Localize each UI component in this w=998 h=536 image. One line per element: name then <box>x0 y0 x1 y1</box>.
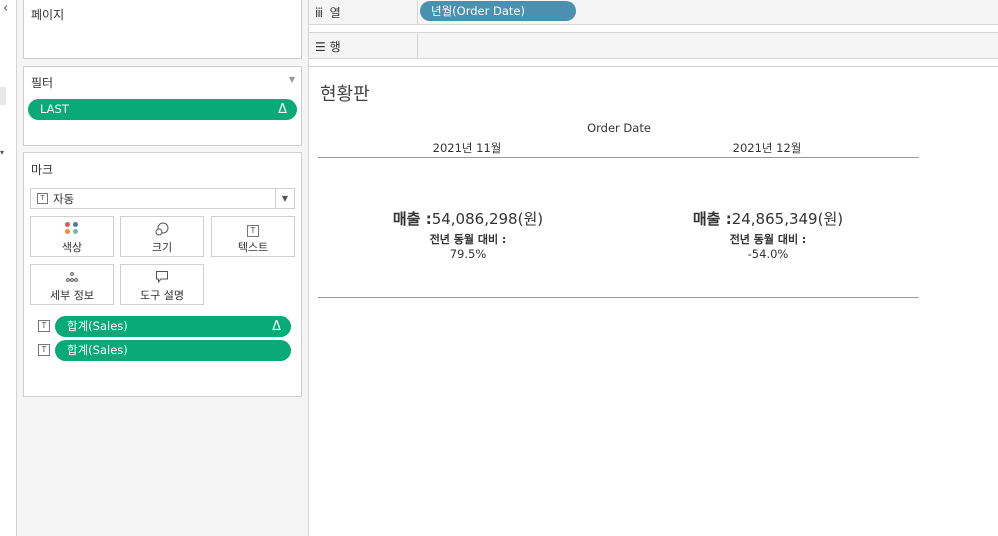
columns-pill-order-date[interactable]: 년월(Order Date) <box>420 1 576 21</box>
filter-pill-label: LAST <box>40 102 69 116</box>
text-button-label: 텍스트 <box>237 241 269 254</box>
detail-dots-icon <box>31 270 113 284</box>
tooltip-button-label: 도구 설명 <box>140 289 184 302</box>
view-title: 현황판 <box>320 84 370 105</box>
sales-value-cell: 매출 :54,086,298(원) <box>318 208 618 229</box>
rows-label: 행 <box>329 40 341 54</box>
view-canvas[interactable]: 현황판 Order Date 2021년 11월 2021년 12월 매출 :5… <box>309 66 998 536</box>
text-t-icon: T <box>212 222 294 237</box>
mark-field-label: 합계(Sales) <box>67 319 128 333</box>
marks-title: 마크 <box>31 163 54 177</box>
columns-label: 열 <box>329 6 341 20</box>
yoy-label: 전년 동월 대비 : <box>429 233 507 246</box>
sales-suffix: (원) <box>817 210 844 228</box>
sales-prefix: 매출 : <box>392 210 432 228</box>
color-button-label: 색상 <box>61 241 83 254</box>
columns-shelf[interactable]: iii 열 년월(Order Date) <box>309 0 998 25</box>
filters-menu-arrow-icon[interactable]: ▼ <box>289 75 295 84</box>
text-field-icon: T <box>38 320 50 332</box>
shelf-divider <box>417 33 418 58</box>
auto-mark-icon: T <box>37 193 48 204</box>
tooltip-speech-icon <box>121 270 203 284</box>
sales-suffix: (원) <box>517 210 544 228</box>
size-button-label: 크기 <box>151 241 173 254</box>
column-header-order-date: Order Date <box>587 121 651 135</box>
yoy-value: -54.0% <box>747 247 789 261</box>
tooltip-button[interactable]: 도구 설명 <box>120 264 204 305</box>
shelf-divider <box>417 0 418 24</box>
month-header: 2021년 12월 <box>732 141 802 155</box>
detail-button-label: 세부 정보 <box>50 289 94 302</box>
marks-card: 마크 T 자동 ▼ 색상 크기 T 텍스트 세부 정보 도구 설명 T 합계(S… <box>23 152 302 397</box>
filters-card[interactable]: 필터 ▼ LAST Δ <box>23 66 302 146</box>
yoy-value: 79.5% <box>449 247 487 261</box>
pages-title: 페이지 <box>31 8 65 22</box>
row-lines-icon: ☰ <box>315 40 326 54</box>
sales-value-cell: 매출 :24,865,349(원) <box>618 208 918 229</box>
rows-shelf-label: ☰ 행 <box>315 38 341 55</box>
delta-icon: Δ <box>272 319 281 334</box>
left-collapsed-strip: ‹ ▾ <box>0 0 17 536</box>
text-button[interactable]: T 텍스트 <box>211 216 295 257</box>
mark-field-pill-1[interactable]: 합계(Sales) Δ <box>55 316 291 337</box>
filter-pill-last[interactable]: LAST Δ <box>28 99 297 120</box>
rows-shelf[interactable]: ☰ 행 <box>309 32 998 59</box>
bottom-divider <box>318 297 919 298</box>
size-circles-icon <box>121 222 203 236</box>
text-field-icon: T <box>38 344 50 356</box>
header-divider <box>318 157 919 158</box>
mark-field-pill-2[interactable]: 합계(Sales) <box>55 340 291 361</box>
columns-shelf-label: iii 열 <box>315 4 341 21</box>
filters-title: 필터 <box>31 76 54 90</box>
left-strip-highlight <box>0 87 6 105</box>
sales-value: 24,865,349 <box>731 210 818 228</box>
delta-icon: Δ <box>278 102 287 117</box>
mark-field-label: 합계(Sales) <box>67 343 128 357</box>
sales-prefix: 매출 : <box>692 210 732 228</box>
side-panel: 페이지 필터 ▼ LAST Δ 마크 T 자동 ▼ 색상 크기 T 텍스트 세부… <box>17 0 309 536</box>
column-bars-icon: iii <box>315 6 323 20</box>
yoy-label: 전년 동월 대비 : <box>729 233 807 246</box>
dropdown-arrow-icon[interactable]: ▾ <box>0 148 4 157</box>
mark-type-select[interactable]: T 자동 ▼ <box>30 188 295 209</box>
mark-type-label: 자동 <box>53 192 75 206</box>
sales-value: 54,086,298 <box>431 210 518 228</box>
pages-card[interactable]: 페이지 <box>23 0 302 59</box>
detail-button[interactable]: 세부 정보 <box>30 264 114 305</box>
collapse-chevron-icon[interactable]: ‹ <box>3 1 8 16</box>
size-button[interactable]: 크기 <box>120 216 204 257</box>
mark-type-dropdown-icon[interactable]: ▼ <box>275 189 294 208</box>
color-button[interactable]: 색상 <box>30 216 114 257</box>
month-header: 2021년 11월 <box>432 141 502 155</box>
color-palette-icon <box>31 222 113 236</box>
